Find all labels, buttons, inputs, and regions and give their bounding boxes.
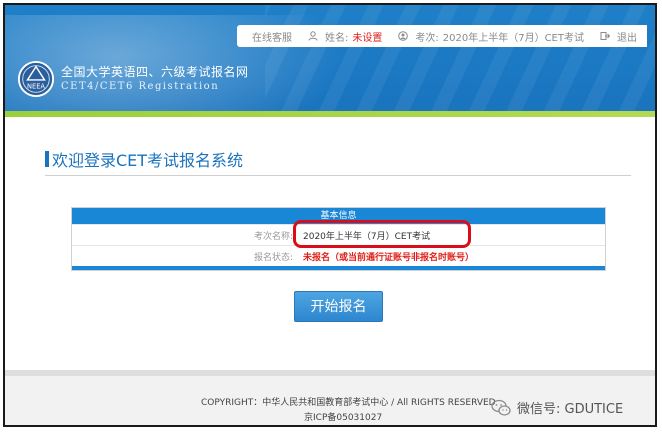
icp-number: 京ICP备05031027 bbox=[304, 413, 383, 423]
registration-status-value: 未报名（或当前通行证账号非报名时账号） bbox=[303, 252, 475, 263]
start-registration-button[interactable]: 开始报名 bbox=[294, 291, 383, 322]
user-icon bbox=[308, 31, 318, 41]
top-user-bar: 在线客服 姓名: 未设置 考次: 2020年上半年（7月）CET考试 退出 bbox=[237, 25, 647, 47]
table-row: 报名状态: 未报名（或当前通行证账号非报名时账号） bbox=[72, 245, 605, 266]
logo-text: NEEA bbox=[27, 83, 45, 91]
logout-link[interactable]: 退出 bbox=[617, 29, 637, 44]
name-value: 未设置 bbox=[352, 32, 383, 44]
logout-icon[interactable] bbox=[600, 31, 610, 41]
page-title: 欢迎登录CET考试报名系统 bbox=[52, 151, 244, 170]
exam-name-label: 考次名称: bbox=[253, 231, 293, 242]
wechat-watermark: 微信号: GDUTICE bbox=[491, 398, 623, 417]
page-title-block: 欢迎登录CET考试报名系统 bbox=[45, 147, 631, 176]
site-subtitle: CET4/CET6 Registration bbox=[61, 81, 220, 92]
exam-label: 考次: bbox=[415, 32, 439, 44]
site-name: 全国大学英语四、六级考试报名网 bbox=[61, 65, 249, 79]
online-service-link[interactable]: 在线客服 bbox=[252, 29, 292, 44]
exam-value: 2020年上半年（7月）CET考试 bbox=[442, 32, 584, 44]
registration-status-label: 报名状态: bbox=[253, 252, 293, 263]
wechat-id: 微信号: GDUTICE bbox=[517, 402, 624, 417]
title-accent-bar bbox=[45, 151, 49, 167]
wechat-icon bbox=[491, 399, 511, 416]
header-green-bar bbox=[5, 111, 655, 117]
exam-icon bbox=[398, 31, 409, 41]
name-label: 姓名: bbox=[325, 32, 349, 44]
browser-frame: 在线客服 姓名: 未设置 考次: 2020年上半年（7月）CET考试 退出 NE… bbox=[3, 3, 657, 427]
red-highlight-annotation bbox=[293, 220, 471, 248]
site-header: 在线客服 姓名: 未设置 考次: 2020年上半年（7月）CET考试 退出 NE… bbox=[5, 5, 655, 117]
neea-logo: NEEA bbox=[17, 60, 55, 98]
copyright-text: COPYRIGHT：中华人民共和国教育部考试中心 / All RIGHTS RE… bbox=[201, 398, 496, 408]
info-table-footer bbox=[72, 266, 605, 270]
